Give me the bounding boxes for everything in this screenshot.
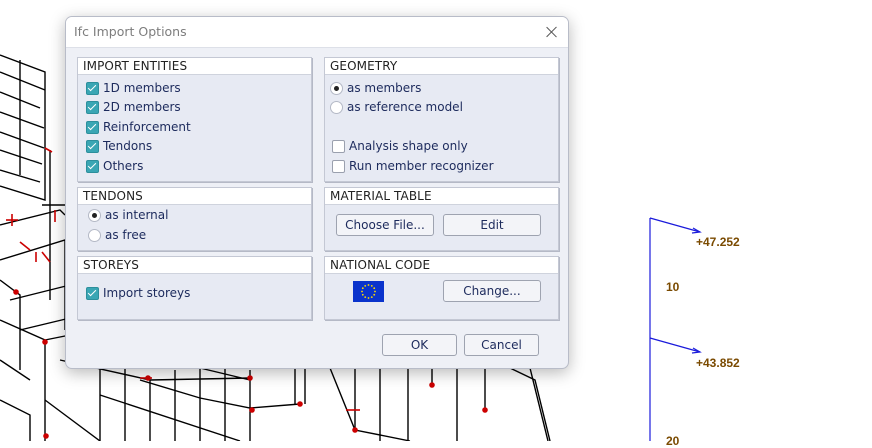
eu-flag-icon xyxy=(353,281,384,302)
material-table-group: MATERIAL TABLE Choose File... Edit xyxy=(324,187,559,251)
checkbox-unchecked-icon[interactable] xyxy=(332,139,345,153)
checkbox-checked-icon[interactable] xyxy=(86,139,99,153)
checkbox-tendons[interactable]: Tendons xyxy=(86,137,152,155)
checkbox-label: Run member recognizer xyxy=(349,159,494,173)
radio-label: as reference model xyxy=(347,100,463,114)
ifc-import-options-dialog: Ifc Import Options IMPORT ENTITIES 1D me… xyxy=(65,16,569,369)
group-title: IMPORT ENTITIES xyxy=(78,58,311,75)
checkbox-run-member-recognizer[interactable]: Run member recognizer xyxy=(332,157,494,175)
checkbox-label: 2D members xyxy=(103,100,181,114)
group-title: MATERIAL TABLE xyxy=(325,188,558,205)
radio-label: as internal xyxy=(105,208,169,222)
close-icon[interactable] xyxy=(541,21,563,43)
group-title: STOREYS xyxy=(78,257,311,274)
checkbox-checked-icon[interactable] xyxy=(86,159,99,173)
ok-button[interactable]: OK xyxy=(382,334,457,356)
radio-as-internal[interactable]: as internal xyxy=(88,206,168,224)
group-title: TENDONS xyxy=(78,188,311,205)
checkbox-label: Reinforcement xyxy=(103,120,191,134)
radio-as-free[interactable]: as free xyxy=(88,226,146,244)
checkbox-unchecked-icon[interactable] xyxy=(332,159,345,173)
checkbox-label: 1D members xyxy=(103,81,181,95)
checkbox-reinforcement[interactable]: Reinforcement xyxy=(86,118,191,136)
checkbox-checked-icon[interactable] xyxy=(86,81,99,95)
checkbox-label: Others xyxy=(103,159,144,173)
choose-file-button[interactable]: Choose File... xyxy=(336,214,434,236)
dialog-title: Ifc Import Options xyxy=(74,24,187,39)
checkbox-1d-members[interactable]: 1D members xyxy=(86,79,181,97)
group-title: GEOMETRY xyxy=(325,58,558,75)
axis-label: 20 xyxy=(666,434,680,448)
cancel-button[interactable]: Cancel xyxy=(464,334,539,356)
radio-selected-icon[interactable] xyxy=(88,208,101,222)
radio-as-members[interactable]: as members xyxy=(330,79,421,97)
radio-selected-icon[interactable] xyxy=(330,81,343,95)
group-title: NATIONAL CODE xyxy=(325,257,558,274)
change-national-code-button[interactable]: Change... xyxy=(443,280,541,302)
title-bar[interactable]: Ifc Import Options xyxy=(66,17,568,48)
storeys-group: STOREYS Import storeys xyxy=(77,256,312,320)
level-lines xyxy=(649,217,702,441)
checkbox-import-storeys[interactable]: Import storeys xyxy=(86,284,190,302)
level-label: +47.252 xyxy=(696,235,740,249)
checkbox-analysis-shape-only[interactable]: Analysis shape only xyxy=(332,137,468,155)
checkbox-others[interactable]: Others xyxy=(86,157,143,175)
radio-label: as free xyxy=(105,228,147,242)
checkbox-label: Tendons xyxy=(103,139,153,153)
checkbox-label: Analysis shape only xyxy=(349,139,468,153)
checkbox-label: Import storeys xyxy=(103,286,191,300)
axis-label: 10 xyxy=(666,280,680,294)
radio-unselected-icon[interactable] xyxy=(88,228,101,242)
tendons-group: TENDONS as internal as free xyxy=(77,187,312,251)
checkbox-checked-icon[interactable] xyxy=(86,286,99,300)
geometry-group: GEOMETRY as members as reference model A… xyxy=(324,57,559,182)
radio-as-reference-model[interactable]: as reference model xyxy=(330,98,463,116)
radio-label: as members xyxy=(347,81,422,95)
edit-button[interactable]: Edit xyxy=(443,214,541,236)
import-entities-group: IMPORT ENTITIES 1D members 2D members Re… xyxy=(77,57,312,182)
national-code-group: NATIONAL CODE Change... xyxy=(324,256,559,320)
checkbox-checked-icon[interactable] xyxy=(86,120,99,134)
checkbox-checked-icon[interactable] xyxy=(86,100,99,114)
checkbox-2d-members[interactable]: 2D members xyxy=(86,98,181,116)
level-label: +43.852 xyxy=(696,356,740,370)
radio-unselected-icon[interactable] xyxy=(330,100,343,114)
